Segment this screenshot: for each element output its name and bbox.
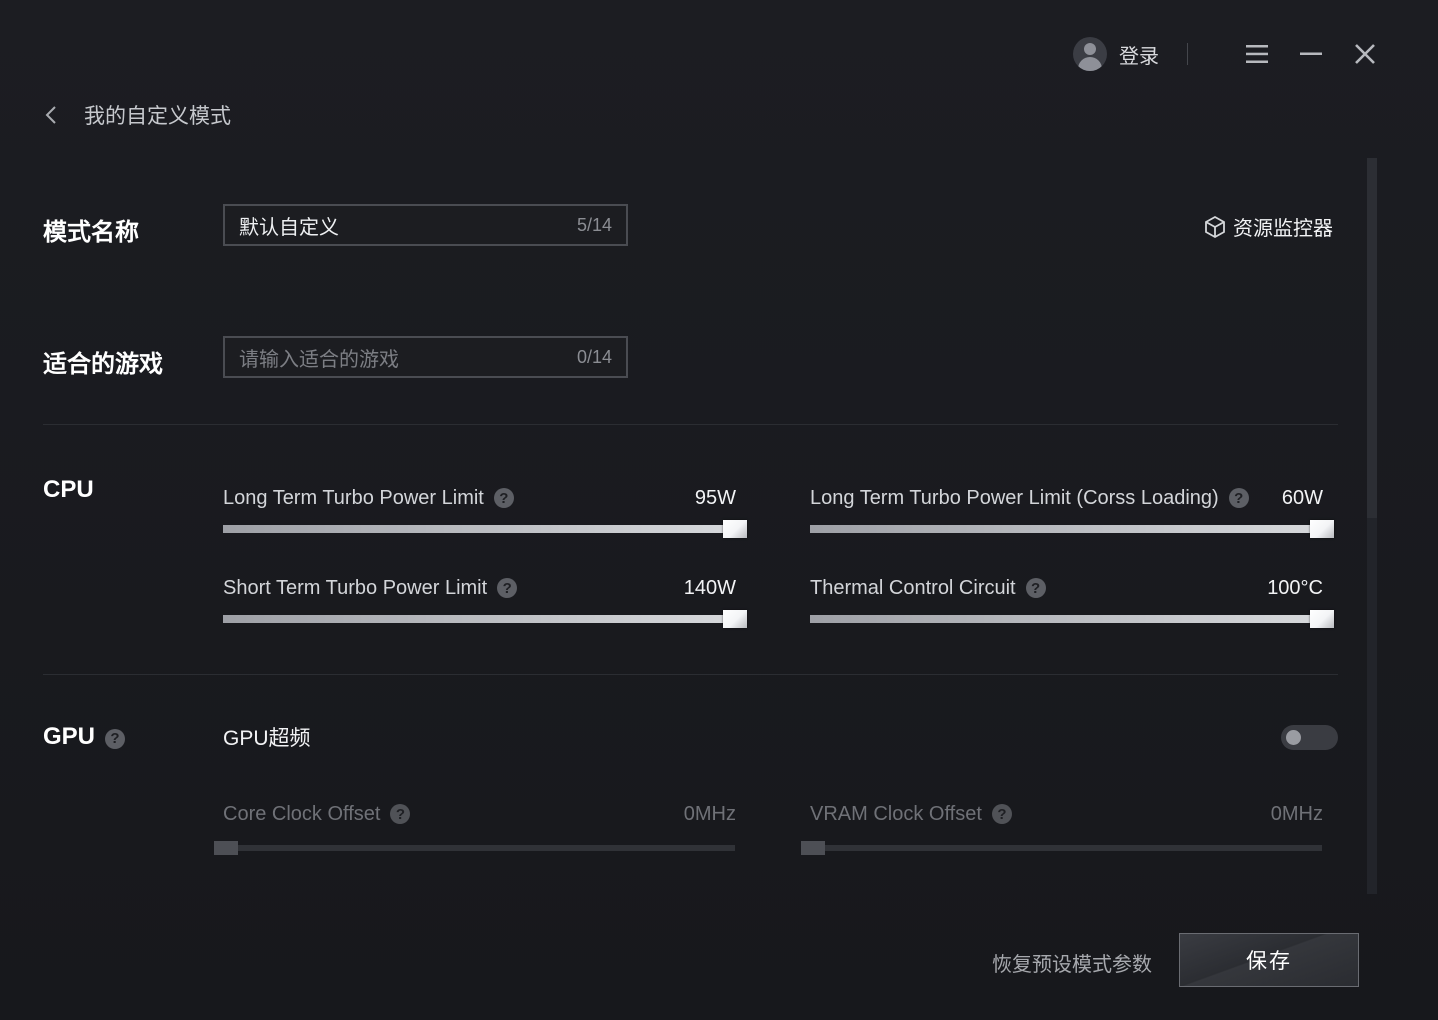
slider-short-term-power: Short Term Turbo Power Limit ? 140W <box>223 573 748 628</box>
help-icon[interactable]: ? <box>1228 488 1249 508</box>
help-icon[interactable]: ? <box>493 488 514 508</box>
slider-track[interactable] <box>810 520 1334 538</box>
back-button[interactable]: 我的自定义模式 <box>44 100 231 130</box>
slider-handle[interactable] <box>723 520 747 538</box>
save-button[interactable]: 保存 <box>1179 933 1359 987</box>
help-icon[interactable]: ? <box>991 804 1012 824</box>
help-icon[interactable]: ? <box>390 804 411 824</box>
scrollbar-thumb[interactable] <box>1367 158 1377 518</box>
slider-handle[interactable] <box>723 610 747 628</box>
slider-label: Long Term Turbo Power Limit <box>223 486 484 509</box>
slider-value: 0MHz <box>683 802 736 825</box>
cube-icon <box>1205 215 1225 238</box>
help-icon[interactable]: ? <box>497 578 518 598</box>
slider-track[interactable] <box>223 520 747 538</box>
gpu-overclock-toggle[interactable] <box>1281 725 1338 750</box>
slider-track[interactable] <box>801 841 1322 855</box>
help-icon[interactable]: ? <box>1025 578 1046 598</box>
slider-value: 100°C <box>1267 576 1323 599</box>
slider-vram-clock-offset: VRAM Clock Offset ? 0MHz <box>801 799 1335 855</box>
minimize-icon[interactable] <box>1298 41 1324 67</box>
slider-handle[interactable] <box>801 841 825 855</box>
mode-name-input[interactable]: 默认自定义 5/14 <box>223 204 628 246</box>
suitable-games-counter: 0/14 <box>576 346 612 367</box>
slider-core-clock-offset: Core Clock Offset ? 0MHz <box>214 799 748 855</box>
avatar-icon[interactable] <box>1073 37 1107 71</box>
toggle-knob <box>1286 730 1301 745</box>
app-window: 登录 我的自定义模式 模式名称 默认自定义 5/14 资源监控器 适合的游戏 请… <box>0 0 1438 1020</box>
gpu-title-text: GPU <box>43 723 96 750</box>
resource-monitor-label: 资源监控器 <box>1233 218 1333 240</box>
slider-handle[interactable] <box>1310 520 1334 538</box>
slider-label: Thermal Control Circuit <box>810 576 1016 599</box>
slider-handle[interactable] <box>1310 610 1334 628</box>
slider-track[interactable] <box>223 610 747 628</box>
title-separator <box>1187 43 1188 65</box>
resource-monitor-link[interactable]: 资源监控器 <box>1203 212 1333 241</box>
scrollbar-track[interactable] <box>1367 158 1377 894</box>
slider-label: Long Term Turbo Power Limit (Corss Loadi… <box>810 486 1219 509</box>
help-icon[interactable]: ? <box>105 728 126 749</box>
mode-name-label: 模式名称 <box>43 219 139 246</box>
suitable-games-input[interactable]: 请输入适合的游戏 0/14 <box>223 336 628 378</box>
page-title: 我的自定义模式 <box>84 105 231 128</box>
gpu-section-title: GPU ? <box>43 723 126 751</box>
menu-icon[interactable] <box>1244 41 1270 67</box>
mode-name-counter: 5/14 <box>576 214 612 235</box>
login-link[interactable]: 登录 <box>1119 40 1159 69</box>
slider-value: 0MHz <box>1270 802 1323 825</box>
slider-handle[interactable] <box>214 841 238 855</box>
chevron-left-icon <box>45 106 56 124</box>
slider-long-term-power-cross: Long Term Turbo Power Limit (Corss Loadi… <box>810 483 1335 538</box>
slider-label: Core Clock Offset <box>223 802 381 825</box>
reset-defaults-link[interactable]: 恢复预设模式参数 <box>992 948 1152 977</box>
slider-label: VRAM Clock Offset <box>810 802 982 825</box>
section-divider <box>43 674 1338 675</box>
slider-value: 60W <box>1281 486 1323 509</box>
cpu-section-title: CPU <box>43 476 94 503</box>
mode-name-value[interactable]: 默认自定义 <box>239 211 577 240</box>
slider-value: 140W <box>683 576 736 599</box>
section-divider <box>43 424 1338 425</box>
suitable-games-placeholder[interactable]: 请输入适合的游戏 <box>239 343 577 372</box>
slider-long-term-power: Long Term Turbo Power Limit ? 95W <box>223 483 748 538</box>
title-bar: 登录 <box>1073 30 1378 78</box>
slider-thermal-control: Thermal Control Circuit ? 100°C <box>810 573 1335 628</box>
close-icon[interactable] <box>1352 41 1378 67</box>
gpu-overclock-label: GPU超频 <box>223 727 311 750</box>
slider-value: 95W <box>694 486 736 509</box>
suitable-games-label: 适合的游戏 <box>43 351 163 378</box>
slider-label: Short Term Turbo Power Limit <box>223 576 488 599</box>
slider-track[interactable] <box>214 841 735 855</box>
slider-track[interactable] <box>810 610 1334 628</box>
